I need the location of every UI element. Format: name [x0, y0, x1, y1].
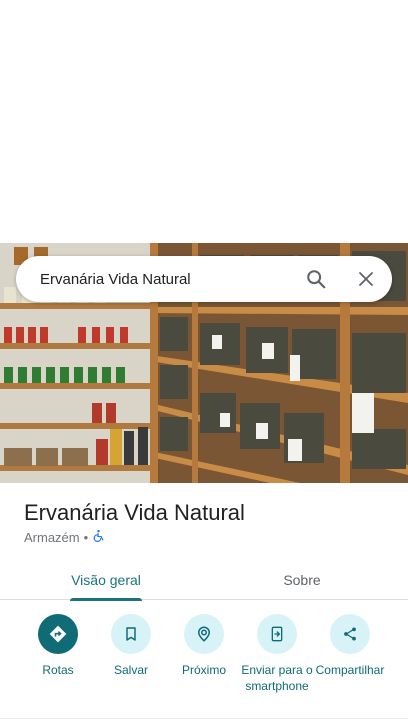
map-area[interactable] — [0, 0, 408, 243]
share-button[interactable]: Compartilhar — [310, 614, 390, 678]
bookmark-icon — [111, 614, 151, 654]
search-input[interactable]: Ervanária Vida Natural — [40, 271, 296, 288]
share-label: Compartilhar — [315, 663, 385, 677]
divider — [0, 718, 408, 719]
send-to-phone-button[interactable]: Enviar para o smartphone — [237, 614, 317, 694]
directions-icon — [38, 614, 78, 654]
tab-selected-indicator — [70, 598, 142, 601]
send-to-phone-label: Enviar para o smartphone — [241, 663, 313, 693]
place-category: Armazém — [24, 529, 80, 545]
action-buttons-row: Rotas Salvar Próximo Enviar para o smart… — [0, 614, 408, 714]
nearby-button[interactable]: Próximo — [164, 614, 244, 678]
wheelchair-icon — [92, 529, 105, 545]
tab-overview-label: Visão geral — [71, 572, 141, 588]
place-subtitle: Armazém • — [24, 529, 105, 545]
nearby-icon — [184, 614, 224, 654]
directions-button[interactable]: Rotas — [18, 614, 98, 678]
tab-about[interactable]: Sobre — [232, 560, 372, 600]
close-icon[interactable] — [346, 259, 386, 299]
save-label: Salvar — [113, 663, 148, 677]
search-icon[interactable] — [296, 259, 336, 299]
share-icon — [330, 614, 370, 654]
tab-bar: Visão geral Sobre — [0, 560, 408, 601]
save-button[interactable]: Salvar — [91, 614, 171, 678]
place-name: Ervanária Vida Natural — [24, 500, 245, 525]
tab-overview[interactable]: Visão geral — [38, 560, 174, 601]
directions-label: Rotas — [42, 663, 74, 677]
tab-about-label: Sobre — [283, 572, 321, 588]
send-to-phone-icon — [257, 614, 297, 654]
search-bar[interactable]: Ervanária Vida Natural — [16, 256, 392, 302]
separator-dot: • — [83, 529, 89, 545]
maps-place-screen: Ervanária Vida Natural Ervanária Vida Na… — [0, 0, 408, 726]
nearby-label: Próximo — [181, 663, 226, 677]
